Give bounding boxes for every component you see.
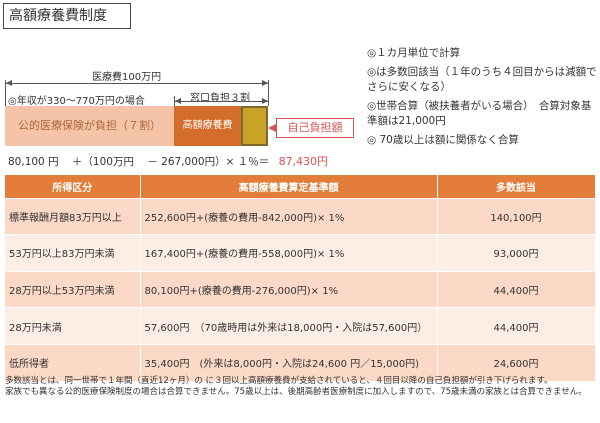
base-amount-cell: 167,400円+(療養の費用-558,000円)× 1% bbox=[140, 234, 438, 272]
total-arrow-right bbox=[262, 80, 268, 86]
base-amount-cell: 252,600円+(療養の費用-842,000円)× 1% bbox=[140, 197, 438, 235]
total-bracket-right bbox=[268, 80, 269, 106]
note-item: ◎１カ月単位で計算 bbox=[367, 47, 461, 59]
callout-pointer bbox=[268, 124, 276, 132]
calculation-formula: 80,100 円 ＋（100万円 － 267,000円）× １％＝ 87,430… bbox=[8, 153, 328, 169]
header-multiple: 多数該当 bbox=[437, 175, 596, 198]
base-amount-cell: 80,100円+(療養の費用-276,000円)× 1% bbox=[140, 270, 438, 308]
note-item: ◎世帯合算（被扶養者がいる場合） 合算対象基準額は21,000円 bbox=[367, 100, 592, 127]
table-row: 53万円以上83万円未満 167,400円+(療養の費用-558,000円)× … bbox=[5, 234, 596, 272]
table-header-row: 所得区分 高額療養費算定基準額 多数該当 bbox=[5, 175, 596, 198]
formula-result: 87,430円 bbox=[278, 155, 329, 168]
public-insurance-bar: 公的医療保険が負担（７割） bbox=[5, 106, 174, 146]
header-base-amount: 高額療養費算定基準額 bbox=[140, 175, 438, 198]
high-cost-table: 所得区分 高額療養費算定基準額 多数該当 標準報酬月額83万円以上 252,60… bbox=[5, 175, 596, 381]
total-cost-label: 医療費100万円 bbox=[92, 72, 162, 83]
page-title: 高額療養費制度 bbox=[3, 3, 131, 29]
income-category-cell: 標準報酬月額83万円以上 bbox=[5, 197, 141, 235]
window-bracket-line bbox=[174, 101, 268, 102]
base-amount-cell: 57,600円 （70歳時用は外来は18,000円・入院は57,600円） bbox=[140, 307, 438, 345]
formula-minus: － 267,000円）× １％＝ bbox=[147, 156, 270, 168]
notes-list: ◎１カ月単位で計算 ◎は多数回該当（１年のうち４回目からは減額でさらに安くなる）… bbox=[367, 46, 597, 152]
table-row: 28万円以上53万円未満 80,100円+(療養の費用-276,000円)× 1… bbox=[5, 270, 596, 308]
income-range-label: ◎年収が330～770万円の場合 bbox=[8, 96, 145, 107]
multiple-cell: 140,100円 bbox=[437, 197, 596, 235]
footer-line: 家族でも異なる公的医療保険制度の場合は合算できません。75歳以上は、後期高齢者医… bbox=[5, 387, 587, 397]
income-category-cell: 28万円未満 bbox=[5, 307, 141, 345]
footer-line: 多数該当とは、同一世帯で１年間（直近12ヶ月）の に３回以上高額療養費が支給され… bbox=[5, 376, 553, 386]
table-row: 28万円未満 57,600円 （70歳時用は外来は18,000円・入院は57,6… bbox=[5, 307, 596, 345]
income-category-cell: 28万円以上53万円未満 bbox=[5, 270, 141, 308]
table-row: 標準報酬月額83万円以上 252,600円+(療養の費用-842,000円)× … bbox=[5, 197, 596, 235]
window-arrow-left bbox=[175, 98, 181, 104]
multiple-cell: 93,000円 bbox=[437, 234, 596, 272]
note-item: ◎ 70歳以上は額に関係なく合算 bbox=[367, 134, 519, 146]
self-pay-bar bbox=[241, 106, 268, 146]
footer-notes: 多数該当とは、同一世帯で１年間（直近12ヶ月）の に３回以上高額療養費が支給され… bbox=[5, 376, 595, 398]
self-pay-callout: 自己負担額 bbox=[276, 118, 354, 138]
formula-base: 80,100 円 bbox=[8, 156, 59, 168]
window-arrow-right bbox=[262, 98, 268, 104]
multiple-cell: 44,400円 bbox=[437, 270, 596, 308]
total-bracket-line bbox=[5, 83, 268, 84]
formula-plus: ＋（100万円 bbox=[71, 156, 134, 168]
header-income-category: 所得区分 bbox=[5, 175, 141, 198]
total-arrow-left bbox=[6, 80, 12, 86]
note-item: ◎は多数回該当（１年のうち４回目からは減額でさらに安くなる） bbox=[367, 66, 597, 93]
multiple-cell: 44,400円 bbox=[437, 307, 596, 345]
high-cost-bar: 高額療養費 bbox=[174, 106, 241, 146]
income-category-cell: 53万円以上83万円未満 bbox=[5, 234, 141, 272]
